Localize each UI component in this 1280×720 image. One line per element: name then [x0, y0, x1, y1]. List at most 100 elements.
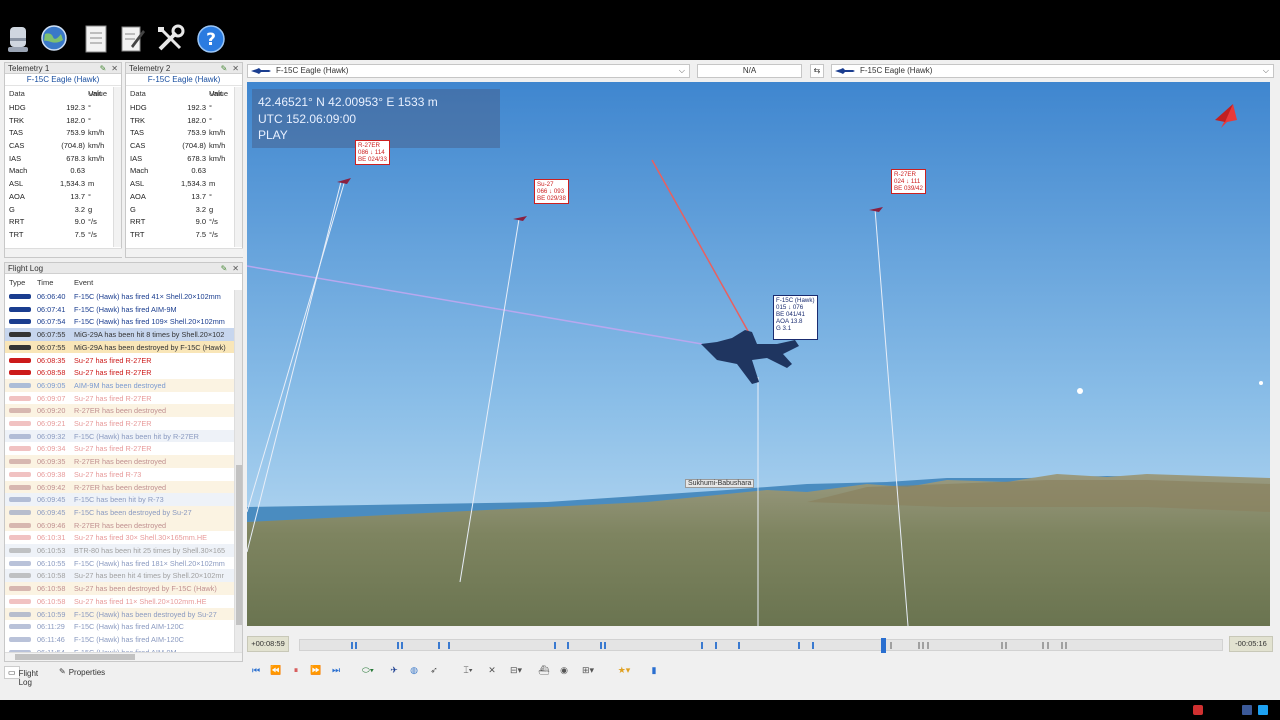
measure-button[interactable]: ⌶▾	[457, 662, 479, 678]
left-aircraft-select[interactable]: F-15C Eagle (Hawk) ⌵	[247, 64, 690, 78]
su27-label[interactable]: Su-27 066 ↓ 093 BE 029/38	[534, 179, 569, 204]
close-icon[interactable]: ✕	[232, 64, 239, 73]
event-tick[interactable]	[714, 642, 717, 649]
timeline-track[interactable]	[299, 638, 1223, 653]
event-tick[interactable]	[1042, 642, 1045, 649]
ground-filter-button[interactable]: ◉	[557, 662, 571, 678]
scroll-thumb[interactable]	[236, 465, 242, 625]
log-row[interactable]: 06:08:58 Su-27 has fired R-27ER	[5, 366, 234, 379]
event-tick[interactable]	[355, 642, 358, 649]
missile-filter-button[interactable]: ➶	[427, 662, 441, 678]
log-row[interactable]: 06:10:58 Su-27 has been destroyed by F-15…	[5, 582, 234, 595]
log-row[interactable]: 06:09:45 F-15C has been destroyed by Su-2…	[5, 505, 234, 519]
event-tick[interactable]	[553, 642, 556, 649]
log-row[interactable]: 06:09:07 Su-27 has fired R-27ER	[5, 392, 234, 405]
pin-icon[interactable]: ✎	[221, 264, 228, 273]
skip-start-button[interactable]: ⏮	[249, 662, 263, 678]
event-tick[interactable]	[396, 642, 399, 649]
event-tick[interactable]	[1060, 642, 1063, 649]
log-row[interactable]: 06:09:20 R-27ER has been destroyed	[5, 404, 234, 417]
mission-icon[interactable]	[2, 22, 34, 56]
event-tick[interactable]	[737, 642, 740, 649]
event-tick[interactable]	[447, 642, 450, 649]
r27er-label-2[interactable]: R-27ER 024 ↓ 111 BE 039/42	[891, 169, 926, 194]
ship-filter-button[interactable]: ⛴	[537, 662, 551, 678]
tools-icon[interactable]	[154, 22, 186, 56]
swap-button[interactable]: ⇆	[810, 64, 824, 78]
log-row[interactable]: 06:09:46 R-27ER has been destroyed	[5, 518, 234, 532]
event-tick[interactable]	[1046, 642, 1049, 649]
log-row[interactable]: 06:10:58 Su-27 has fired 11× Shell.20×102…	[5, 595, 234, 608]
log-row[interactable]: 06:09:35 R-27ER has been destroyed	[5, 455, 234, 468]
log-row[interactable]: 06:10:55 F-15C (Hawk) has fired 181× Shel…	[5, 557, 234, 570]
event-tick[interactable]	[797, 642, 800, 649]
facebook-icon[interactable]	[1242, 705, 1252, 715]
event-tick[interactable]	[438, 642, 441, 649]
log-row[interactable]: 06:06:40 F-15C (Hawk) has fired 41× Shell…	[5, 290, 234, 303]
log-row[interactable]: 06:09:45 F-15C has been hit by R-73	[5, 493, 234, 506]
horizontal-scrollbar[interactable]	[5, 652, 242, 661]
log-row[interactable]: 06:07:55 MiG-29A has been hit 8 times by …	[5, 328, 234, 341]
twitter-icon[interactable]	[1258, 705, 1268, 715]
help-icon[interactable]: ?	[195, 22, 227, 56]
speed-slider[interactable]: ▮	[647, 662, 661, 678]
camera-mode-button[interactable]: ⬭▾	[357, 662, 379, 678]
notification-icon[interactable]	[1193, 705, 1203, 715]
horizontal-scrollbar[interactable]	[5, 248, 122, 257]
log-row[interactable]: 06:08:35 Su-27 has fired R-27ER	[5, 354, 234, 367]
vertical-scrollbar[interactable]	[113, 87, 121, 247]
pin-icon[interactable]: ✎	[100, 64, 107, 73]
pin-icon[interactable]: ✎	[221, 64, 228, 73]
log-row[interactable]: 06:09:21 Su-27 has fired R-27ER	[5, 417, 234, 430]
event-tick[interactable]	[926, 642, 929, 649]
log-row[interactable]: 06:07:55 MiG-29A has been destroyed by F-…	[5, 340, 234, 354]
settings-button[interactable]: ⊞▾	[577, 662, 599, 678]
log-row[interactable]: 06:09:05 AIM-9M has been destroyed	[5, 378, 234, 392]
vertical-scrollbar[interactable]	[234, 290, 242, 652]
log-row[interactable]: 06:10:53 BTR-80 has been hit 25 times by …	[5, 544, 234, 557]
log-row[interactable]: 06:07:41 F-15C (Hawk) has fired AIM-9M	[5, 303, 234, 316]
step-back-button[interactable]: ⏪	[269, 662, 283, 678]
event-tick[interactable]	[604, 642, 607, 649]
event-tick[interactable]	[917, 642, 920, 649]
event-tick[interactable]	[890, 642, 893, 649]
event-tick[interactable]	[701, 642, 704, 649]
bookmark-button[interactable]: ★▾	[613, 662, 635, 678]
event-tick[interactable]	[350, 642, 353, 649]
log-row[interactable]: 06:10:59 F-15C (Hawk) has been destroyed …	[5, 607, 234, 621]
middle-field[interactable]: N/A	[697, 64, 802, 78]
event-tick[interactable]	[1000, 642, 1003, 649]
log-row[interactable]: 06:09:34 Su-27 has fired R-27ER	[5, 442, 234, 455]
scroll-thumb[interactable]	[15, 654, 135, 660]
f15c-label[interactable]: F-15C (Hawk) 015 ↓ 076 BE 041/41 AOA 13.…	[773, 295, 818, 340]
event-tick[interactable]	[1005, 642, 1008, 649]
log-row[interactable]: 06:11:29 F-15C (Hawk) has fired AIM-120C	[5, 620, 234, 633]
right-aircraft-select[interactable]: F-15C Eagle (Hawk) ⌵	[831, 64, 1274, 78]
close-icon[interactable]: ✕	[232, 264, 239, 273]
notes-icon[interactable]	[117, 22, 149, 56]
log-row[interactable]: 06:10:58 Su-27 has been hit 4 times by Sh…	[5, 569, 234, 583]
event-tick[interactable]	[567, 642, 570, 649]
tab-properties[interactable]: ✎ Properties	[56, 666, 105, 677]
r27er-label-1[interactable]: R-27ER 086 ↓ 114 BE 024/33	[355, 140, 390, 165]
step-forward-button[interactable]: ⏩	[309, 662, 323, 678]
horizontal-scrollbar[interactable]	[126, 248, 243, 257]
log-row[interactable]: 06:09:38 Su-27 has fired R-73	[5, 468, 234, 481]
event-tick[interactable]	[922, 642, 925, 649]
overlay-button[interactable]: ⊟▾	[505, 662, 527, 678]
document-icon[interactable]	[80, 22, 112, 56]
playhead[interactable]	[880, 638, 886, 653]
event-tick[interactable]	[401, 642, 404, 649]
event-tick[interactable]	[811, 642, 814, 649]
vertical-scrollbar[interactable]	[234, 87, 242, 247]
log-row[interactable]: 06:09:32 F-15C (Hawk) has been hit by R-2…	[5, 429, 234, 443]
globe-icon[interactable]	[38, 22, 70, 56]
log-row[interactable]: 06:09:42 R-27ER has been destroyed	[5, 480, 234, 494]
event-tick[interactable]	[1065, 642, 1068, 649]
pause-button[interactable]: ⏸	[289, 662, 303, 678]
log-row[interactable]: 06:11:46 F-15C (Hawk) has fired AIM-120C	[5, 633, 234, 646]
log-row[interactable]: 06:07:54 F-15C (Hawk) has fired 109× Shel…	[5, 315, 234, 328]
globe-view-button[interactable]: ◍	[407, 662, 421, 678]
aircraft-filter-button[interactable]: ✈	[387, 662, 401, 678]
3d-view[interactable]: 42.46521° N 42.00953° E 1533 m UTC 152.0…	[247, 82, 1270, 626]
